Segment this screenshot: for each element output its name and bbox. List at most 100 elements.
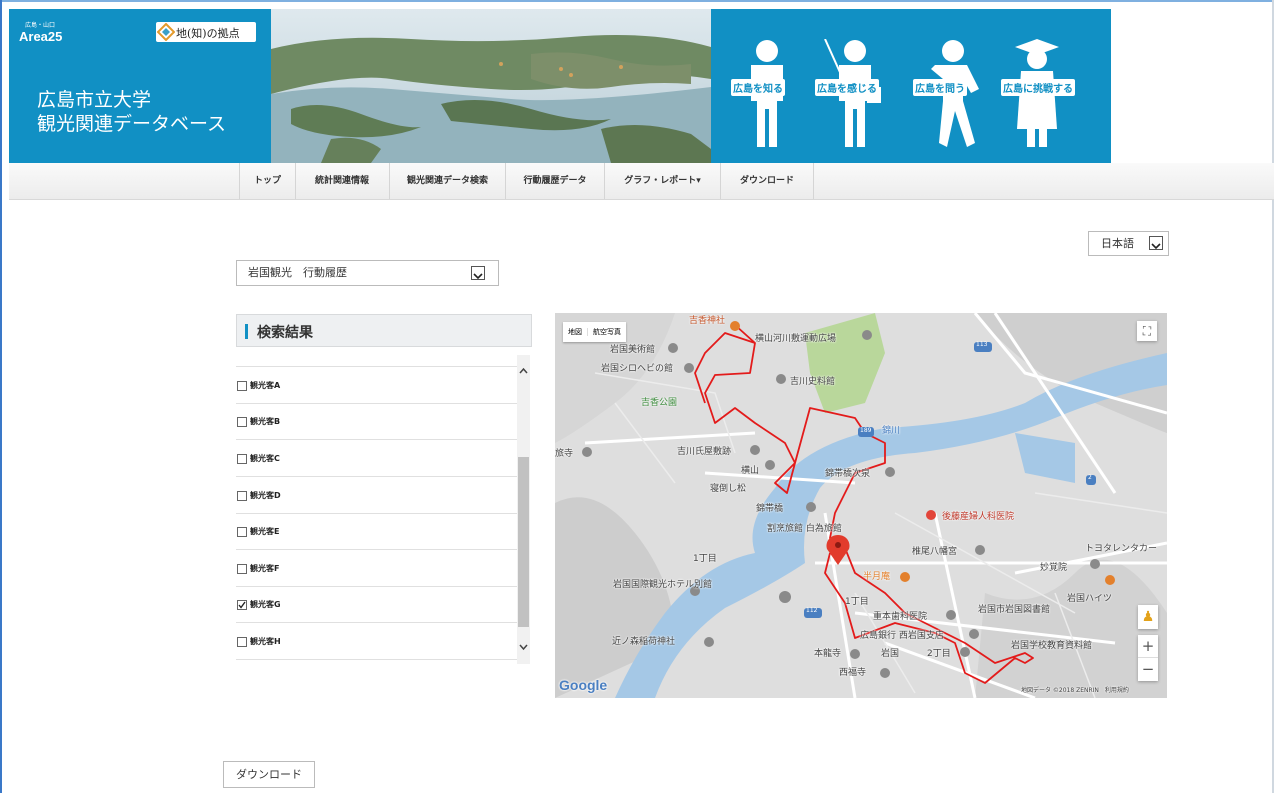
nav-tourism-search[interactable]: 観光関連データ検索 — [390, 163, 506, 199]
map-type-satellite[interactable]: 航空写真 — [587, 328, 626, 336]
map-label: 広島銀行 西岩国支店 — [860, 631, 944, 641]
checkbox[interactable] — [237, 491, 247, 501]
scroll-up-icon[interactable] — [517, 365, 530, 377]
map-label: 1丁目 — [845, 597, 869, 607]
list-item[interactable]: 観光客B — [236, 403, 517, 440]
map-label: 吉川史料館 — [790, 377, 836, 387]
route-shield: 113 — [976, 341, 988, 348]
chiho-logo[interactable]: 地(知)の拠点 — [156, 22, 256, 42]
header-figures-panel: 広島を知る 広島を感じる 広島を問う 広島に挑戦する — [711, 9, 1111, 163]
list-item[interactable]: 観光客E — [236, 513, 517, 550]
checkbox[interactable] — [237, 637, 247, 647]
site-title[interactable]: 広島市立大学 観光関連データベース — [37, 88, 226, 136]
checkbox-checked[interactable] — [237, 600, 247, 610]
map-label: 後藤産婦人科医院 — [942, 512, 1015, 522]
list-item-label: 観光客H — [250, 637, 281, 646]
map-label: 近ノ森稲荷神社 — [612, 637, 676, 647]
google-map[interactable]: 地図 航空写真 ⛶ ♟ + − 吉香神社 横山河川敷運動広場 岩国美術館 岩国シロ… — [555, 313, 1167, 698]
dataset-value: 岩国観光 行動履歴 — [248, 266, 347, 279]
map-label: 椎尾八幡宮 — [912, 547, 958, 557]
checkbox[interactable] — [237, 417, 247, 427]
map-label: 吉川氏屋敷跡 — [677, 447, 732, 457]
map-label: 岩国シロヘビの館 — [601, 364, 674, 374]
chevron-down-icon — [471, 266, 485, 280]
map-label: 旅寺 — [555, 449, 574, 459]
list-item-label: 観光客E — [250, 527, 280, 536]
nav-download[interactable]: ダウンロード — [721, 163, 814, 199]
list-item[interactable]: 観光客H — [236, 623, 517, 660]
map-label: 西福寺 — [839, 668, 867, 678]
nav-statistics[interactable]: 統計関連情報 — [295, 163, 390, 199]
list-item[interactable]: 観光客G — [236, 586, 517, 623]
main-navbar: トップ 統計関連情報 観光関連データ検索 行動履歴データ グラフ・レポート▾ ダ… — [9, 163, 1274, 200]
figure-shiru[interactable]: 広島を知る — [731, 39, 797, 155]
chiho-label: 地(知)の拠点 — [176, 27, 240, 40]
map-label: トヨタレンタカー — [1085, 544, 1158, 554]
checkbox[interactable] — [237, 527, 247, 537]
figure-kanjiru[interactable]: 広島を感じる — [815, 38, 891, 155]
language-value: 日本語 — [1101, 237, 1134, 250]
results-header: 検索結果 — [236, 314, 532, 347]
map-label: 重本歯科医院 — [873, 612, 928, 622]
list-item-label: 観光客B — [250, 417, 281, 426]
list-item-label: 観光客F — [250, 564, 280, 573]
map-label: 岩国市岩国図書館 — [978, 605, 1051, 615]
list-item[interactable]: 観光客A — [236, 366, 517, 404]
chiho-diamond-icon — [157, 23, 175, 41]
map-label: 横山 — [741, 466, 760, 476]
nav-graph-report[interactable]: グラフ・レポート▾ — [605, 163, 721, 199]
zoom-control[interactable]: + − — [1138, 635, 1158, 681]
map-type-control[interactable]: 地図 航空写真 — [563, 322, 626, 342]
map-label: 錦川 — [882, 426, 901, 436]
map-label: 岩国学校教育資料館 — [1011, 641, 1093, 651]
zoom-out-button[interactable]: − — [1138, 658, 1158, 680]
figure-label: 広島に挑戦する — [1001, 79, 1075, 96]
checkbox[interactable] — [237, 564, 247, 574]
language-select[interactable]: 日本語 — [1088, 231, 1169, 256]
results-list: 観光客A 観光客B 観光客C 観光客D 観光客E 観光客F 観光客G 観光客H — [236, 355, 530, 664]
list-item[interactable]: 観光客D — [236, 477, 517, 514]
fullscreen-icon[interactable]: ⛶ — [1137, 321, 1157, 341]
list-item-label: 観光客D — [250, 491, 281, 500]
dataset-select[interactable]: 岩国観光 行動履歴 — [236, 260, 499, 286]
figure-tou[interactable]: 広島を問う — [913, 39, 989, 155]
window-top-border — [0, 0, 1274, 2]
route-shield: 2 — [1088, 474, 1092, 481]
scroll-down-icon[interactable] — [517, 641, 530, 653]
map-label: 吉香公園 — [641, 398, 678, 408]
area25-region-text: 広島・山口 — [25, 23, 56, 29]
map-label: 吉香神社 — [689, 316, 726, 326]
site-title-line2: 観光関連データベース — [37, 113, 227, 135]
nav-top[interactable]: トップ — [239, 163, 296, 199]
window-left-border — [0, 0, 2, 793]
map-label: 岩国美術館 — [610, 345, 656, 355]
map-label: 妙覚院 — [1040, 563, 1068, 573]
results-scrollbar[interactable] — [517, 355, 530, 664]
list-item[interactable]: 観光客C — [236, 440, 517, 477]
map-label: 2丁目 — [927, 649, 951, 659]
checkbox[interactable] — [237, 381, 247, 391]
figure-chousen[interactable]: 広島に挑戦する — [1001, 39, 1075, 155]
google-logo[interactable]: Google — [559, 677, 607, 693]
figure-label: 広島を問う — [913, 79, 967, 96]
map-copyright[interactable]: 地図データ ©2018 ZENRIN 利用規約 — [1021, 685, 1129, 694]
list-item-label: 観光客C — [250, 454, 280, 463]
zoom-in-button[interactable]: + — [1138, 635, 1158, 658]
map-label: 本龍寺 — [814, 649, 842, 659]
checkbox[interactable] — [237, 454, 247, 464]
area25-logo[interactable]: Area25 — [19, 29, 62, 44]
map-label: 割烹旅館 白為旅館 — [767, 524, 842, 534]
scrollbar-thumb[interactable] — [518, 457, 529, 627]
list-item[interactable]: 観光客F — [236, 550, 517, 587]
map-label: 錦帯橋 — [756, 504, 784, 514]
list-item-label: 観光客A — [250, 381, 281, 390]
map-label: 寝倒し松 — [710, 484, 747, 494]
pegman-icon[interactable]: ♟ — [1138, 605, 1158, 629]
results-header-accent — [245, 324, 248, 339]
nav-behavior-history[interactable]: 行動履歴データ — [506, 163, 605, 199]
map-type-map[interactable]: 地図 — [563, 328, 587, 336]
map-label: 岩国 — [881, 649, 900, 659]
download-button[interactable]: ダウンロード — [223, 761, 315, 788]
site-title-line1: 広島市立大学 — [37, 89, 152, 111]
results-title: 検索結果 — [257, 325, 313, 341]
